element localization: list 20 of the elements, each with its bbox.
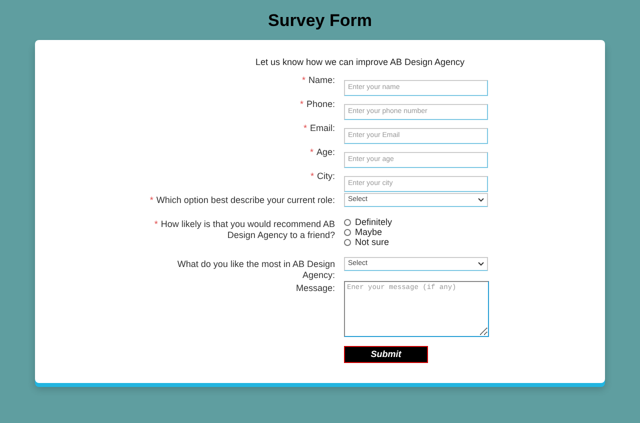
intro-text: Let us know how we can improve AB Design Agency bbox=[255, 57, 465, 68]
radio-label: Definitely bbox=[355, 217, 392, 227]
field-label: * Age: bbox=[310, 147, 335, 158]
radio-label: Not sure bbox=[355, 237, 390, 247]
field-label: * Name: bbox=[302, 75, 335, 86]
field-label: * Which option best describe your current role: bbox=[150, 195, 335, 206]
field-label: * City: bbox=[310, 171, 335, 182]
field-label: * Phone: bbox=[300, 99, 335, 110]
field-label: * How likely is that you would recommend AB Design Agency to a friend? bbox=[153, 219, 335, 241]
field-label: Message: bbox=[296, 283, 335, 294]
chevron-icon bbox=[478, 262, 484, 266]
submit-button[interactable]: Submit bbox=[344, 346, 428, 363]
radio-button[interactable] bbox=[344, 218, 351, 226]
field-label: What do you like the most in AB Design Agency: bbox=[176, 259, 335, 281]
page-title: Survey Form bbox=[268, 10, 372, 32]
radio-button[interactable] bbox=[344, 238, 351, 246]
radio-button[interactable] bbox=[344, 228, 351, 236]
chevron-icon bbox=[478, 198, 484, 202]
radio-label: Maybe bbox=[355, 227, 382, 237]
field-label: * Email: bbox=[303, 123, 335, 134]
